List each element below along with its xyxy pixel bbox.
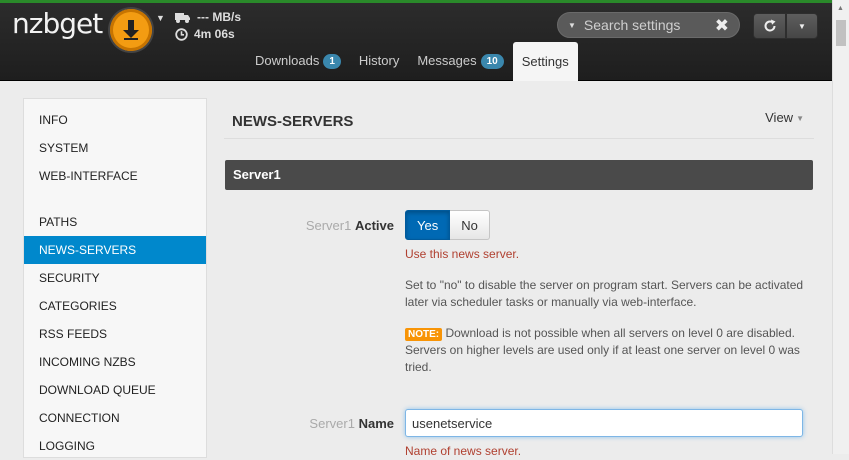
download-speed: --- MB/s xyxy=(197,10,241,24)
sidebar-item-download-queue[interactable]: DOWNLOAD QUEUE xyxy=(24,376,206,404)
tab-label: Settings xyxy=(521,53,569,69)
settings-content: INFO SYSTEM WEB-INTERFACE PATHS NEWS-SER… xyxy=(0,81,832,458)
sidebar-item-security[interactable]: SECURITY xyxy=(24,264,206,292)
search-menu-caret-icon[interactable]: ▼ xyxy=(568,21,576,30)
downloads-count-badge: 1 xyxy=(323,53,341,69)
pause-download-button[interactable] xyxy=(110,9,152,51)
tab-label: Messages xyxy=(417,53,477,68)
sidebar-item-rss-feeds[interactable]: RSS FEEDS xyxy=(24,320,206,348)
settings-sidebar: INFO SYSTEM WEB-INTERFACE PATHS NEWS-SER… xyxy=(23,98,207,458)
view-label: View xyxy=(765,110,794,125)
chevron-down-icon: ▼ xyxy=(798,21,806,31)
tab-label: Downloads xyxy=(255,53,320,68)
option-name: Active xyxy=(354,218,394,233)
scroll-up-icon[interactable]: ▲ xyxy=(837,5,844,12)
speed-status[interactable]: --- MB/s 4m 06s xyxy=(175,9,241,43)
active-no-button[interactable]: No xyxy=(450,210,490,240)
refresh-button-group: ▼ xyxy=(753,13,818,39)
section-header-server1: Server1 xyxy=(225,160,813,190)
divider xyxy=(224,138,814,139)
clear-search-icon[interactable]: ✖ xyxy=(715,17,729,34)
option-prefix: Server1 xyxy=(309,416,355,431)
tab-label: History xyxy=(358,53,400,68)
server-name-input[interactable] xyxy=(405,409,803,437)
remaining-time: 4m 06s xyxy=(194,27,235,41)
clock-icon xyxy=(175,28,188,41)
tab-history[interactable]: History xyxy=(350,41,408,81)
note-badge: NOTE: xyxy=(405,328,443,341)
sidebar-item-news-servers[interactable]: NEWS-SERVERS xyxy=(24,236,206,264)
view-dropdown[interactable]: View ▼ xyxy=(765,110,804,125)
sidebar-item-incoming-nzbs[interactable]: INCOMING NZBS xyxy=(24,348,206,376)
tab-messages[interactable]: Messages 10 xyxy=(408,41,512,81)
sidebar-item-categories[interactable]: CATEGORIES xyxy=(24,292,206,320)
sidebar-item-info[interactable]: INFO xyxy=(24,106,206,134)
active-yes-button[interactable]: Yes xyxy=(405,210,451,240)
page-title: NEWS-SERVERS xyxy=(232,113,354,130)
page-scrollbar[interactable]: ▲ xyxy=(832,0,849,454)
app-logo[interactable]: nzbget xyxy=(12,7,103,40)
active-help-short: Use this news server. xyxy=(405,247,520,261)
download-arrow-icon xyxy=(123,20,139,40)
search-box[interactable]: ▼ Search settings ✖ xyxy=(557,12,740,38)
refresh-icon xyxy=(764,19,775,32)
download-menu-caret-icon[interactable]: ▼ xyxy=(156,13,165,23)
messages-count-badge: 10 xyxy=(480,53,504,69)
main-tabs: Downloads 1 History Messages 10 Settings xyxy=(246,41,578,81)
truck-icon xyxy=(175,13,190,23)
search-input[interactable]: Search settings xyxy=(584,17,715,33)
tab-settings[interactable]: Settings xyxy=(512,42,578,81)
active-option-label: Server1 Active xyxy=(224,218,394,233)
scrollbar-thumb[interactable] xyxy=(836,20,846,46)
active-toggle: Yes No xyxy=(405,210,490,240)
sidebar-item-system[interactable]: SYSTEM xyxy=(24,134,206,162)
chevron-down-icon: ▼ xyxy=(796,114,804,124)
active-help-note: NOTE: Download is not possible when all … xyxy=(405,325,805,376)
option-name: Name xyxy=(358,416,394,431)
refresh-button[interactable] xyxy=(753,13,786,39)
name-help: Name of news server. xyxy=(405,444,522,458)
tab-downloads[interactable]: Downloads 1 xyxy=(246,41,350,81)
sidebar-item-connection[interactable]: CONNECTION xyxy=(24,404,206,432)
sidebar-item-web-interface[interactable]: WEB-INTERFACE xyxy=(24,162,206,190)
sidebar-item-paths[interactable]: PATHS xyxy=(24,208,206,236)
option-prefix: Server1 xyxy=(305,218,352,233)
active-help-description: Set to "no" to disable the server on pro… xyxy=(405,278,804,309)
refresh-options-dropdown[interactable]: ▼ xyxy=(786,13,818,39)
sidebar-item-logging[interactable]: LOGGING xyxy=(24,432,206,460)
name-option-label: Server1 Name xyxy=(224,416,394,431)
top-navbar: nzbget ▼ --- MB/s 4m 06s Downloads 1 His… xyxy=(0,3,849,81)
settings-main: NEWS-SERVERS View ▼ Server1 Server1 Activ… xyxy=(224,98,814,458)
note-text: Download is not possible when all server… xyxy=(405,326,800,374)
